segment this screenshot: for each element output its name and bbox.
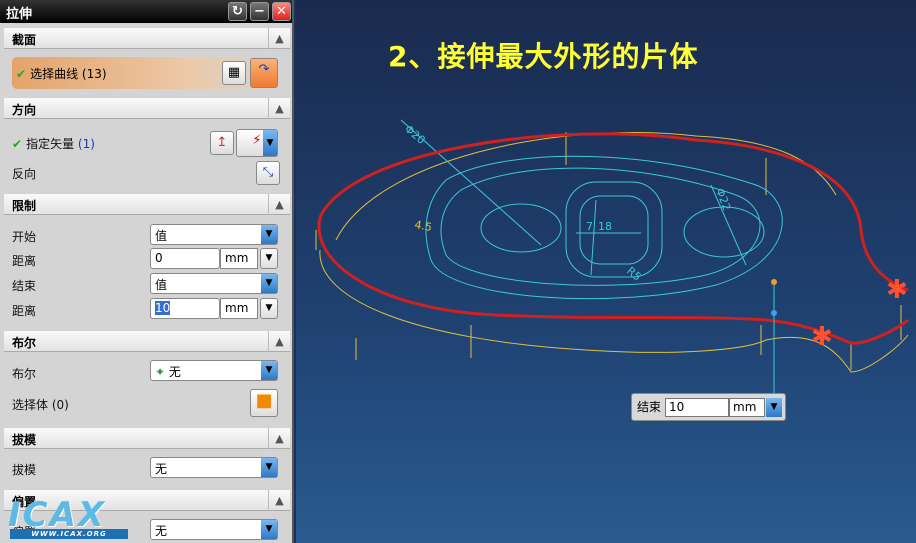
distance1-label: 距离	[12, 254, 37, 268]
check-icon: ✔	[12, 137, 23, 151]
draft-value: 无	[155, 462, 168, 476]
highlighted-outer-profile	[317, 132, 909, 345]
sketch-section-button[interactable]: ▦	[222, 61, 246, 85]
reverse-label: 反向	[12, 167, 37, 181]
dim-label: 4.5	[413, 218, 432, 234]
chevron-down-icon[interactable]: ▼	[261, 520, 277, 539]
draft-label: 拔模	[12, 463, 37, 477]
distance2-label: 距离	[12, 304, 37, 318]
close-button[interactable]: ✕	[272, 2, 291, 21]
boolean-select[interactable]: ✦ 无 ▼	[150, 360, 278, 381]
chevron-up-icon[interactable]: ▲	[268, 98, 290, 119]
boolean-value: 无	[168, 365, 181, 379]
section-title: 限制	[12, 199, 37, 213]
start-drag-handle[interactable]	[771, 310, 777, 316]
start-distance-input[interactable]: 0	[150, 248, 220, 269]
section-title: 拔模	[12, 433, 37, 447]
dim-label: Φ22	[713, 187, 733, 213]
section-title: 布尔	[12, 336, 37, 350]
end-distance-menu[interactable]: ▼	[260, 298, 278, 319]
offset-select[interactable]: 无 ▼	[150, 519, 278, 540]
end-drag-handle[interactable]	[771, 279, 777, 285]
specify-vector-label: 指定矢量	[26, 137, 75, 151]
chevron-up-icon[interactable]: ▲	[268, 331, 290, 352]
chevron-up-icon[interactable]: ▲	[268, 194, 290, 215]
end-label: 结束	[12, 279, 37, 293]
callout-value-input[interactable]: 10	[665, 398, 729, 417]
section-header-boolean[interactable]: 布尔 ▲	[4, 331, 290, 352]
chevron-down-icon[interactable]: ▼	[261, 274, 277, 293]
select-body-button[interactable]: ■	[250, 389, 278, 417]
start-distance-menu[interactable]: ▼	[260, 248, 278, 269]
vector-dialog-button[interactable]: ↥	[210, 131, 234, 155]
boolean-none-icon: ✦	[155, 365, 166, 379]
section-header-draft[interactable]: 拔模 ▲	[4, 428, 290, 449]
chevron-down-icon[interactable]: ▼	[261, 361, 277, 380]
extrude-dialog: 拉伸 ↻ − ✕ 截面 ▲ ✔ 选择曲线 (13) ▦ ↷ 方向 ▲ ✔ 指定矢量 (1…	[0, 0, 294, 543]
dialog-title: 拉伸	[6, 7, 33, 22]
start-unit: mm	[220, 248, 258, 269]
section-header-section[interactable]: 截面 ▲	[4, 28, 290, 49]
start-select[interactable]: 值 ▼	[150, 224, 278, 245]
dim-label: Φ20	[402, 122, 428, 147]
end-distance-value: 10	[155, 301, 171, 315]
chevron-down-icon[interactable]: ▼	[261, 225, 277, 244]
select-body-label: 选择体 (0)	[12, 398, 69, 412]
dim-label: R5	[624, 264, 644, 283]
section-header-direction[interactable]: 方向 ▲	[4, 98, 290, 119]
curve-count: (13)	[81, 67, 107, 81]
vector-type-dropdown[interactable]: ⚡ ▼	[236, 129, 278, 157]
minimize-button[interactable]: −	[250, 2, 269, 21]
section-title: 截面	[12, 33, 37, 47]
select-curve-label: 选择曲线	[30, 67, 79, 81]
vector-count: (1)	[77, 137, 95, 151]
section-title: 方向	[12, 103, 37, 117]
boolean-label: 布尔	[12, 367, 37, 381]
curve-icon[interactable]: ↷	[250, 58, 278, 88]
graphics-viewport[interactable]: 2、接伸最大外形的片体 Φ20 Φ22 4.5 18 R5 7 ✱ ✱	[296, 0, 916, 543]
chevron-up-icon[interactable]: ▲	[268, 28, 290, 49]
offset-value: 无	[155, 524, 168, 538]
logo-url: WWW.ICAX.ORG	[10, 529, 128, 539]
dialog-titlebar: 拉伸 ↻ − ✕	[0, 0, 292, 23]
chevron-up-icon[interactable]: ▲	[268, 490, 290, 511]
start-value: 值	[155, 229, 168, 243]
point-marker-icon: ✱	[811, 322, 833, 352]
start-label: 开始	[12, 230, 37, 244]
icax-watermark-logo: ICAX WWW.ICAX.ORG	[8, 495, 128, 539]
end-unit: mm	[220, 298, 258, 319]
check-icon: ✔	[16, 67, 27, 81]
end-distance-input[interactable]: 10	[150, 298, 220, 319]
callout-label: 结束	[637, 400, 662, 414]
chevron-down-icon[interactable]: ▼	[766, 398, 782, 417]
section-header-limits[interactable]: 限制 ▲	[4, 194, 290, 215]
end-select[interactable]: 值 ▼	[150, 273, 278, 294]
dim-label: 18	[598, 220, 612, 233]
dim-label: 7	[586, 220, 593, 233]
end-distance-callout[interactable]: 结束 10 mm ▼	[631, 393, 786, 421]
specify-vector-row[interactable]: ✔ 指定矢量 (1)	[12, 135, 95, 152]
point-marker-icon: ✱	[886, 275, 908, 305]
chevron-up-icon[interactable]: ▲	[268, 428, 290, 449]
chevron-down-icon[interactable]: ▼	[261, 458, 277, 477]
reverse-direction-button[interactable]: ⤡	[256, 161, 280, 185]
draft-select[interactable]: 无 ▼	[150, 457, 278, 478]
callout-unit: mm	[729, 398, 765, 417]
reset-button[interactable]: ↻	[228, 2, 247, 21]
extruded-part-model: Φ20 Φ22 4.5 18 R5 7 ✱ ✱	[315, 119, 909, 395]
end-value: 值	[155, 278, 168, 292]
